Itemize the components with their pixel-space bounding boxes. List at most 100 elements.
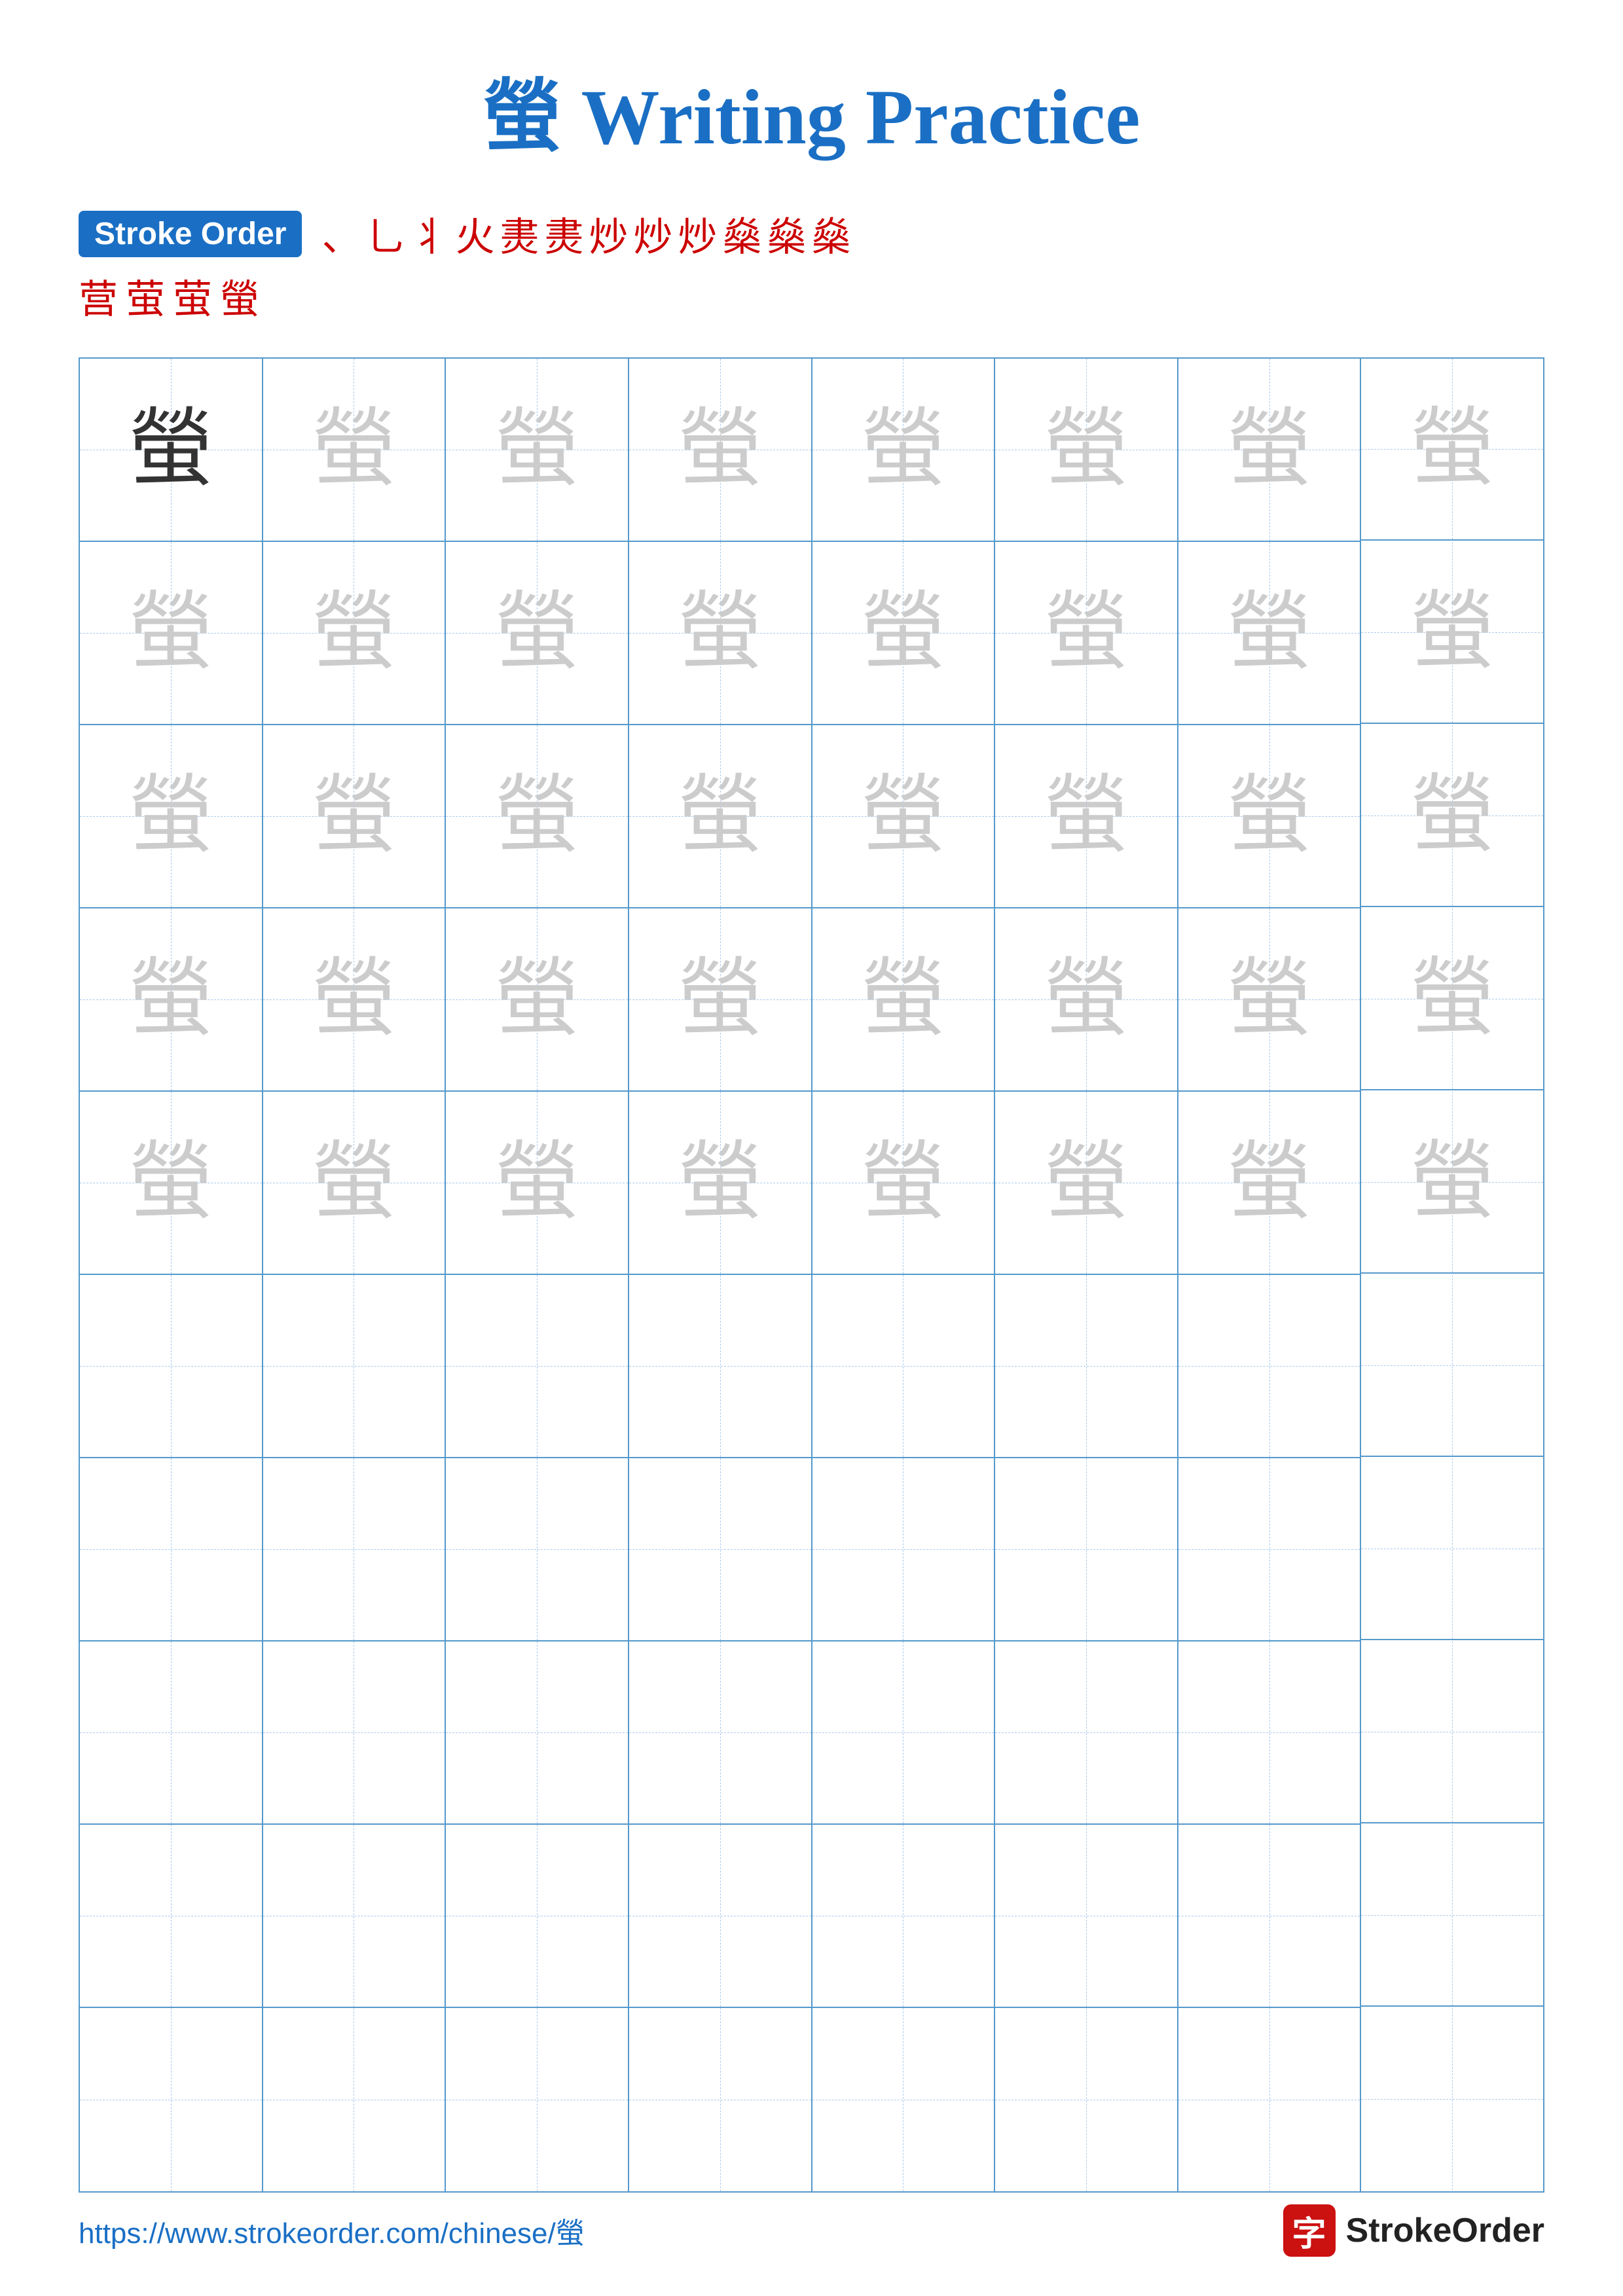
grid-cell[interactable]: [263, 2008, 447, 2191]
footer-url: https://www.strokeorder.com/chinese/螢: [79, 2210, 585, 2251]
grid-cell[interactable]: 螢: [812, 1092, 996, 1275]
stroke-4: 火: [455, 206, 494, 262]
grid-cell[interactable]: 螢: [1361, 725, 1543, 907]
grid-cell[interactable]: 螢: [80, 725, 263, 908]
grid-cell[interactable]: 螢: [1361, 908, 1543, 1090]
grid-cell[interactable]: [995, 1275, 1178, 1458]
writing-grid: 螢 螢 螢 螢 螢 螢 螢 螢 螢 螢 螢 螢 螢 螢 螢 螢 螢 螢 螢 螢 …: [79, 357, 1544, 2193]
footer-logo: 字 StrokeOrder: [1283, 2204, 1544, 2257]
grid-cell[interactable]: 螢: [1361, 359, 1543, 541]
grid-cell[interactable]: 螢: [995, 908, 1178, 1092]
stroke-1: 、: [321, 206, 361, 262]
grid-cell[interactable]: 螢: [629, 725, 812, 908]
grid-cell[interactable]: [995, 2008, 1178, 2191]
grid-cell[interactable]: 螢: [446, 1092, 629, 1275]
grid-cell[interactable]: 螢: [995, 542, 1178, 725]
grid-cell[interactable]: 螢: [263, 725, 447, 908]
grid-cell[interactable]: 螢: [812, 725, 996, 908]
grid-cell[interactable]: 螢: [446, 725, 629, 908]
grid-cell[interactable]: 螢: [80, 542, 263, 725]
grid-cell[interactable]: [446, 1641, 629, 1825]
grid-cell[interactable]: [995, 1825, 1178, 2008]
grid-cell[interactable]: 螢: [1178, 908, 1362, 1092]
grid-cell[interactable]: [263, 1825, 447, 2008]
cell-char-light: 螢: [860, 407, 945, 492]
grid-cell[interactable]: 螢: [812, 542, 996, 725]
stroke-order-row1: Stroke Order 、 ⺃ 丬 火 㶳 㶳 炒 炒 炒 燊 燊 燊: [79, 206, 850, 262]
cell-char-light: 螢: [1227, 774, 1312, 859]
grid-cell[interactable]: 螢: [995, 1092, 1178, 1275]
grid-cell[interactable]: [1361, 1825, 1543, 2007]
grid-cell[interactable]: 螢: [80, 908, 263, 1092]
grid-cell[interactable]: [446, 1825, 629, 2008]
grid-cell[interactable]: 螢: [263, 1092, 447, 1275]
grid-cell[interactable]: [1361, 2008, 1543, 2190]
grid-cell[interactable]: 螢: [263, 542, 447, 725]
grid-cell[interactable]: [1178, 1275, 1362, 1458]
grid-row-5: 螢 螢 螢 螢 螢 螢 螢 螢: [80, 1092, 1543, 1275]
cell-char-light: 螢: [1410, 590, 1495, 675]
stroke-16: 螢: [220, 268, 259, 325]
grid-cell[interactable]: [629, 1825, 812, 2008]
grid-cell[interactable]: [446, 1275, 629, 1458]
grid-cell[interactable]: [80, 1275, 263, 1458]
grid-cell[interactable]: 螢: [995, 359, 1178, 542]
cell-char-light: 螢: [311, 407, 396, 492]
grid-cell[interactable]: [995, 1641, 1178, 1825]
grid-cell[interactable]: [812, 1641, 996, 1825]
grid-cell[interactable]: [1361, 1641, 1543, 1823]
grid-cell[interactable]: [629, 1458, 812, 1641]
grid-cell[interactable]: [80, 1825, 263, 2008]
grid-cell[interactable]: 螢: [1178, 725, 1362, 908]
grid-cell[interactable]: 螢: [812, 908, 996, 1092]
grid-cell[interactable]: [995, 1458, 1178, 1641]
grid-cell[interactable]: 螢: [629, 542, 812, 725]
grid-cell[interactable]: [812, 2008, 996, 2191]
grid-cell[interactable]: 螢: [995, 725, 1178, 908]
grid-cell[interactable]: [1178, 1458, 1362, 1641]
grid-cell[interactable]: 螢: [1361, 542, 1543, 724]
grid-cell[interactable]: [812, 1458, 996, 1641]
grid-cell[interactable]: 螢: [1178, 1092, 1362, 1275]
grid-cell[interactable]: [812, 1825, 996, 2008]
grid-cell[interactable]: 螢: [263, 359, 447, 542]
grid-cell[interactable]: [446, 1458, 629, 1641]
grid-cell[interactable]: [80, 1641, 263, 1825]
grid-cell[interactable]: [1178, 1825, 1362, 2008]
grid-cell[interactable]: 螢: [446, 908, 629, 1092]
grid-cell[interactable]: 螢: [629, 359, 812, 542]
grid-cell[interactable]: [80, 1458, 263, 1641]
grid-row-6: [80, 1275, 1543, 1458]
grid-cell[interactable]: 螢: [80, 1092, 263, 1275]
grid-cell[interactable]: [1178, 2008, 1362, 2191]
grid-row-2: 螢 螢 螢 螢 螢 螢 螢 螢: [80, 542, 1543, 725]
grid-cell[interactable]: [1178, 1641, 1362, 1825]
grid-cell[interactable]: 螢: [80, 359, 263, 542]
grid-cell[interactable]: [80, 2008, 263, 2191]
grid-row-8: [80, 1641, 1543, 1825]
grid-cell[interactable]: [1361, 1275, 1543, 1457]
grid-cell[interactable]: 螢: [1178, 359, 1362, 542]
grid-cell[interactable]: 螢: [446, 359, 629, 542]
grid-cell[interactable]: [812, 1275, 996, 1458]
cell-char-light: 螢: [1410, 406, 1495, 492]
grid-cell[interactable]: [629, 1275, 812, 1458]
grid-cell[interactable]: 螢: [1178, 542, 1362, 725]
cell-char-light: 螢: [678, 774, 763, 859]
grid-cell[interactable]: 螢: [812, 359, 996, 542]
grid-cell[interactable]: [629, 1641, 812, 1825]
grid-cell[interactable]: 螢: [629, 908, 812, 1092]
grid-cell[interactable]: [629, 2008, 812, 2191]
grid-cell[interactable]: [263, 1458, 447, 1641]
grid-row-4: 螢 螢 螢 螢 螢 螢 螢 螢: [80, 908, 1543, 1092]
grid-cell[interactable]: 螢: [1361, 1092, 1543, 1274]
stroke-order-section: Stroke Order 、 ⺃ 丬 火 㶳 㶳 炒 炒 炒 燊 燊 燊 营 萤…: [79, 206, 1544, 325]
grid-cell[interactable]: [263, 1641, 447, 1825]
grid-cell[interactable]: [446, 2008, 629, 2191]
grid-cell[interactable]: [263, 1275, 447, 1458]
title-char: 螢: [483, 73, 561, 160]
grid-cell[interactable]: 螢: [446, 542, 629, 725]
grid-cell[interactable]: 螢: [629, 1092, 812, 1275]
grid-cell[interactable]: [1361, 1458, 1543, 1640]
grid-cell[interactable]: 螢: [263, 908, 447, 1092]
